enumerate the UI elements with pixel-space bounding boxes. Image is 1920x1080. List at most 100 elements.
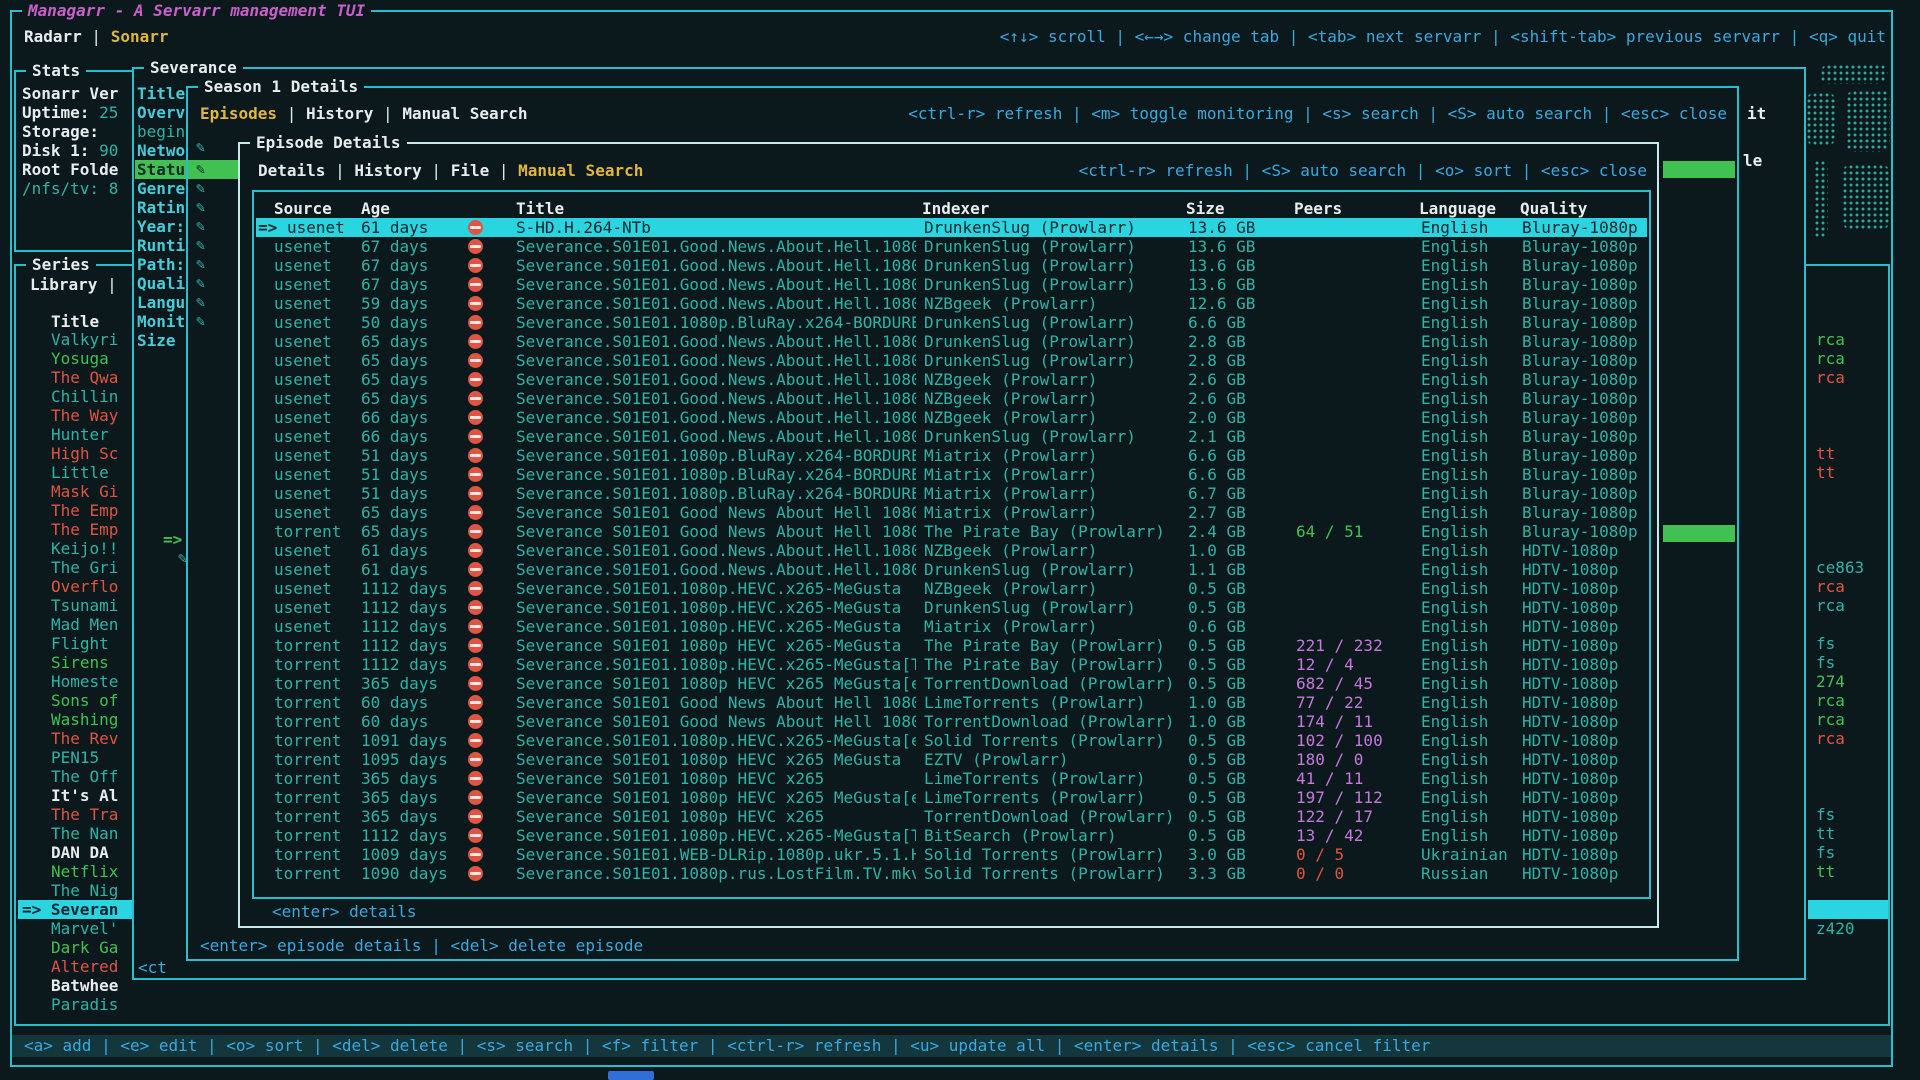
result-row[interactable]: torrent1095 daysSeverance S01E01 1080p H… bbox=[256, 750, 1647, 769]
result-row[interactable]: usenet67 daysSeverance.S01E01.Good.News.… bbox=[256, 237, 1647, 256]
cell-source: usenet bbox=[274, 427, 332, 446]
tab-history[interactable]: History bbox=[354, 161, 421, 180]
monitor-toggle-icon[interactable]: ✎ bbox=[196, 217, 205, 236]
ban-icon bbox=[468, 505, 483, 520]
cell-source: usenet bbox=[274, 313, 332, 332]
cell-title: Severance S01E01 1080p HEVC x265 bbox=[516, 769, 916, 788]
monitor-toggle-icon[interactable]: ✎ bbox=[196, 198, 205, 217]
result-row[interactable]: torrent1112 daysSeverance.S01E01.1080p.H… bbox=[256, 655, 1647, 674]
cell-size: 0.5 GB bbox=[1188, 826, 1246, 845]
result-row[interactable]: torrent1112 daysSeverance.S01E01.1080p.H… bbox=[256, 826, 1647, 845]
table-fragment: 274 bbox=[1816, 672, 1845, 691]
stat-line: Sonarr Ver bbox=[22, 84, 118, 103]
cell-quality: HDTV-1080p bbox=[1522, 636, 1618, 655]
monitor-toggle-icon[interactable]: ✎ bbox=[196, 312, 205, 331]
result-row[interactable]: usenet67 daysSeverance.S01E01.Good.News.… bbox=[256, 275, 1647, 294]
tab-details[interactable]: Details bbox=[258, 161, 325, 180]
table-fragment: tt bbox=[1816, 463, 1835, 482]
result-row[interactable]: usenet51 daysSeverance.S01E01.1080p.BluR… bbox=[256, 446, 1647, 465]
result-row[interactable]: torrent365 daysSeverance S01E01 1080p HE… bbox=[256, 674, 1647, 693]
table-fragment: rca bbox=[1816, 349, 1845, 368]
result-row[interactable]: usenet51 daysSeverance.S01E01.1080p.BluR… bbox=[256, 484, 1647, 503]
cell-indexer: Solid Torrents (Prowlarr) bbox=[924, 864, 1165, 883]
table-fragment: rca bbox=[1816, 729, 1845, 748]
cell-age: 67 days bbox=[361, 237, 428, 256]
result-row[interactable]: torrent1009 daysSeverance.S01E01.WEB-DLR… bbox=[256, 845, 1647, 864]
monitor-toggle-icon[interactable]: ✎ bbox=[196, 236, 205, 255]
result-row[interactable]: usenet1112 daysSeverance.S01E01.1080p.HE… bbox=[256, 598, 1647, 617]
cell-size: 1.0 GB bbox=[1188, 712, 1246, 731]
result-row[interactable]: torrent365 daysSeverance S01E01 1080p HE… bbox=[256, 769, 1647, 788]
cell-age: 61 days bbox=[361, 541, 428, 560]
cell-quality: Bluray-1080p bbox=[1522, 522, 1638, 541]
result-row[interactable]: usenet67 daysSeverance.S01E01.Good.News.… bbox=[256, 256, 1647, 275]
series-field-label: Runti bbox=[137, 236, 185, 255]
result-row[interactable]: usenet51 daysSeverance.S01E01.1080p.BluR… bbox=[256, 465, 1647, 484]
monitor-toggle-icon[interactable]: ✎ bbox=[196, 274, 205, 293]
tab-file[interactable]: File bbox=[451, 161, 490, 180]
cell-indexer: LimeTorrents (Prowlarr) bbox=[924, 769, 1146, 788]
monitor-toggle-icon[interactable]: ✎ bbox=[196, 179, 205, 198]
result-row[interactable]: torrent60 daysSeverance S01E01 Good News… bbox=[256, 712, 1647, 731]
result-row[interactable]: usenet66 daysSeverance.S01E01.Good.News.… bbox=[256, 427, 1647, 446]
episode-details-modal: Episode Details Details | History | File… bbox=[238, 142, 1659, 928]
tab-separator: | bbox=[422, 161, 451, 180]
cell-size: 2.4 GB bbox=[1188, 522, 1246, 541]
result-row[interactable]: torrent1090 daysSeverance.S01E01.1080p.r… bbox=[256, 864, 1647, 883]
ban-icon bbox=[468, 543, 483, 558]
result-row[interactable]: usenet65 daysSeverance.S01E01.Good.News.… bbox=[256, 389, 1647, 408]
tab-separator: | bbox=[82, 27, 111, 46]
cell-indexer: BitSearch (Prowlarr) bbox=[924, 826, 1117, 845]
ban-icon bbox=[468, 220, 483, 235]
result-row[interactable]: usenet66 daysSeverance.S01E01.Good.News.… bbox=[256, 408, 1647, 427]
result-row[interactable]: =>usenet61 daysS-HD.H.264-NTbDrunkenSlug… bbox=[256, 218, 1647, 237]
result-row[interactable]: usenet61 daysSeverance.S01E01.Good.News.… bbox=[256, 560, 1647, 579]
result-row[interactable]: usenet65 daysSeverance.S01E01.Good.News.… bbox=[256, 370, 1647, 389]
result-row[interactable]: usenet1112 daysSeverance.S01E01.1080p.HE… bbox=[256, 617, 1647, 636]
cell-quality: Bluray-1080p Re bbox=[1522, 237, 1647, 256]
result-row[interactable]: usenet50 daysSeverance.S01E01.1080p.BluR… bbox=[256, 313, 1647, 332]
result-row[interactable]: usenet65 daysSeverance.S01E01.Good.News.… bbox=[256, 332, 1647, 351]
cell-language: English bbox=[1421, 370, 1488, 389]
column-header: Age bbox=[361, 199, 390, 218]
result-row[interactable]: torrent1112 daysSeverance S01E01 1080p H… bbox=[256, 636, 1647, 655]
cell-language: English bbox=[1421, 294, 1488, 313]
series-field-label: Size bbox=[137, 331, 176, 350]
cell-indexer: Solid Torrents (Prowlarr) bbox=[924, 845, 1165, 864]
result-row[interactable]: torrent1091 daysSeverance.S01E01.1080p.H… bbox=[256, 731, 1647, 750]
cell-size: 2.0 GB bbox=[1188, 408, 1246, 427]
cell-language: English bbox=[1421, 560, 1488, 579]
result-row[interactable]: usenet1112 daysSeverance.S01E01.1080p.HE… bbox=[256, 579, 1647, 598]
app-title: Managarr - A Servarr management TUI bbox=[22, 1, 371, 20]
series-field-label: Overv bbox=[137, 103, 185, 122]
cell-title: Severance S01E01 1080p HEVC x265-MeGusta bbox=[516, 636, 916, 655]
monitor-toggle-icon[interactable]: ✎ bbox=[196, 293, 205, 312]
cell-quality: HDTV-1080p bbox=[1522, 674, 1618, 693]
cell-size: 6.7 GB bbox=[1188, 484, 1246, 503]
result-row[interactable]: usenet65 daysSeverance.S01E01.Good.News.… bbox=[256, 351, 1647, 370]
tab-radarr[interactable]: Radarr bbox=[24, 27, 82, 46]
monitor-toggle-icon[interactable]: ✎ bbox=[196, 160, 205, 179]
cell-size: 0.5 GB bbox=[1188, 636, 1246, 655]
result-row[interactable]: usenet65 daysSeverance S01E01 Good News … bbox=[256, 503, 1647, 522]
result-row[interactable]: torrent60 daysSeverance S01E01 Good News… bbox=[256, 693, 1647, 712]
monitor-toggle-icon[interactable]: ✎ bbox=[196, 138, 205, 157]
tab-sonarr[interactable]: Sonarr bbox=[111, 27, 169, 46]
cell-language: English bbox=[1421, 807, 1488, 826]
cell-size: 3.0 GB bbox=[1188, 845, 1246, 864]
result-row[interactable]: torrent65 daysSeverance S01E01 Good News… bbox=[256, 522, 1647, 541]
tab-manual-search[interactable]: Manual Search bbox=[518, 161, 643, 180]
managarr-logo bbox=[1806, 64, 1894, 260]
cell-indexer: LimeTorrents (Prowlarr) bbox=[924, 693, 1146, 712]
cell-indexer: Miatrix (Prowlarr) bbox=[924, 484, 1097, 503]
monitor-toggle-icon[interactable]: ✎ bbox=[196, 255, 205, 274]
cell-source: torrent bbox=[274, 712, 341, 731]
cell-peers: 41 / 11 bbox=[1296, 769, 1363, 788]
cell-age: 1009 days bbox=[361, 845, 448, 864]
result-row[interactable]: torrent365 daysSeverance S01E01 1080p HE… bbox=[256, 807, 1647, 826]
cell-size: 6.6 GB bbox=[1188, 465, 1246, 484]
result-row[interactable]: usenet61 daysSeverance.S01E01.Good.News.… bbox=[256, 541, 1647, 560]
result-row[interactable]: torrent365 daysSeverance S01E01 1080p HE… bbox=[256, 788, 1647, 807]
result-row[interactable]: usenet59 daysSeverance.S01E01.Good.News.… bbox=[256, 294, 1647, 313]
cell-age: 65 days bbox=[361, 389, 428, 408]
